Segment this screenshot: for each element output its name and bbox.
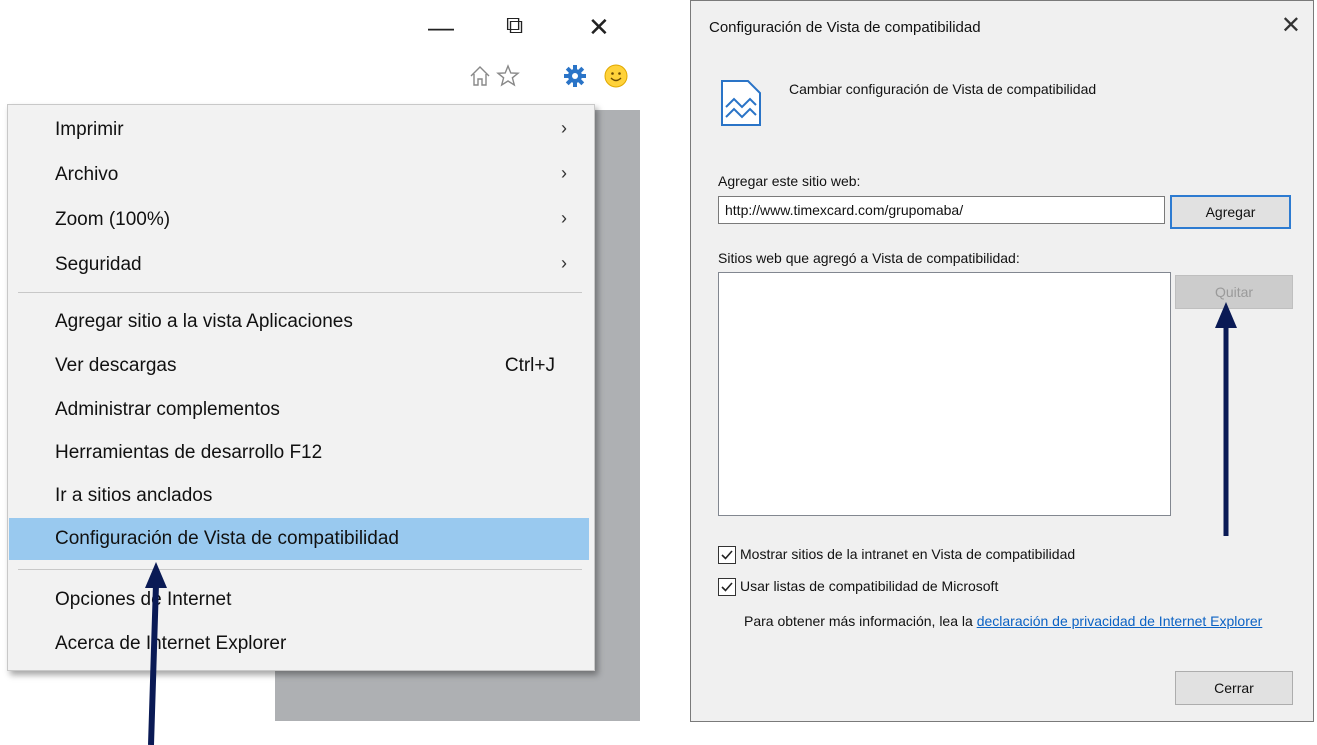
- menu-item-acerca-de[interactable]: Acerca de Internet Explorer: [9, 623, 589, 665]
- intranet-checkbox-label: Mostrar sitios de la intranet en Vista d…: [740, 546, 1076, 562]
- menu-item-administrar-complementos[interactable]: Administrar complementos: [9, 389, 589, 431]
- privacy-info: Para obtener más información, lea la dec…: [744, 612, 1284, 631]
- chevron-right-icon: ›: [561, 163, 567, 183]
- menu-item-label: Herramientas de desarrollo F12: [55, 442, 323, 463]
- dialog-title: Configuración de Vista de compatibilidad: [709, 19, 981, 36]
- menu-item-herramientas-desarrollo[interactable]: Herramientas de desarrollo F12: [9, 432, 589, 474]
- annotation-arrow-menu: [145, 562, 167, 745]
- menu-item-sitios-anclados[interactable]: Ir a sitios anclados: [9, 475, 589, 517]
- privacy-statement-link[interactable]: declaración de privacidad de Internet Ex…: [977, 613, 1263, 629]
- menu-item-agregar-sitio[interactable]: Agregar sitio a la vista Aplicaciones: [9, 301, 589, 343]
- chevron-right-icon: ›: [561, 208, 567, 228]
- close-button[interactable]: Cerrar: [1175, 671, 1293, 705]
- menu-item-label: Configuración de Vista de compatibilidad: [55, 528, 399, 549]
- add-button[interactable]: Agregar: [1170, 195, 1291, 229]
- dialog-close-icon[interactable]: ✕: [1281, 11, 1301, 40]
- checkmark-icon: [721, 582, 733, 592]
- tools-gear-icon[interactable]: [563, 64, 587, 88]
- menu-item-zoom[interactable]: Zoom (100%) ›: [9, 199, 589, 241]
- menu-item-vista-compatibilidad[interactable]: Configuración de Vista de compatibilidad: [9, 518, 589, 560]
- menu-item-label: Archivo: [55, 164, 119, 185]
- menu-item-ver-descargas[interactable]: Ver descargas Ctrl+J: [9, 345, 589, 387]
- home-icon[interactable]: [468, 64, 492, 88]
- added-sites-label: Sitios web que agregó a Vista de compati…: [718, 250, 1020, 266]
- chevron-right-icon: ›: [561, 253, 567, 273]
- added-sites-list[interactable]: [718, 272, 1171, 516]
- menu-item-opciones-internet[interactable]: Opciones de Internet: [9, 579, 589, 621]
- window-close-button[interactable]: ✕: [588, 14, 610, 40]
- compatibility-view-icon: [721, 80, 761, 126]
- checkmark-icon: [721, 550, 733, 560]
- menu-item-label: Administrar complementos: [55, 399, 280, 420]
- annotation-arrow-remove: [1215, 302, 1237, 536]
- ms-lists-checkbox[interactable]: [718, 578, 736, 596]
- menu-item-label: Imprimir: [55, 119, 124, 140]
- chevron-right-icon: ›: [561, 118, 567, 138]
- dialog-header: Cambiar configuración de Vista de compat…: [789, 81, 1097, 97]
- menu-item-label: Ir a sitios anclados: [55, 485, 213, 506]
- add-site-label: Agregar este sitio web:: [718, 173, 861, 189]
- menu-item-label: Seguridad: [55, 254, 142, 275]
- menu-item-label: Agregar sitio a la vista Aplicaciones: [55, 311, 353, 332]
- menu-shortcut: Ctrl+J: [504, 355, 555, 376]
- site-url-input[interactable]: [718, 196, 1165, 224]
- privacy-info-text: Para obtener más información, lea la: [744, 613, 977, 629]
- minimize-button[interactable]: —: [428, 14, 454, 40]
- restore-button[interactable]: ⧉: [506, 14, 523, 38]
- tools-menu: Imprimir › Archivo › Zoom (100%) › Segur…: [7, 104, 595, 671]
- feedback-smiley-icon[interactable]: [604, 64, 628, 88]
- menu-item-archivo[interactable]: Archivo ›: [9, 154, 589, 196]
- menu-item-label: Ver descargas: [55, 355, 177, 376]
- menu-item-imprimir[interactable]: Imprimir ›: [9, 109, 589, 151]
- menu-item-label: Zoom (100%): [55, 209, 171, 230]
- favorites-star-icon[interactable]: [496, 64, 520, 88]
- intranet-checkbox[interactable]: [718, 546, 736, 564]
- ms-lists-checkbox-label: Usar listas de compatibilidad de Microso…: [740, 578, 999, 594]
- menu-separator: [18, 292, 582, 293]
- menu-separator: [18, 569, 582, 570]
- menu-item-seguridad[interactable]: Seguridad ›: [9, 244, 589, 286]
